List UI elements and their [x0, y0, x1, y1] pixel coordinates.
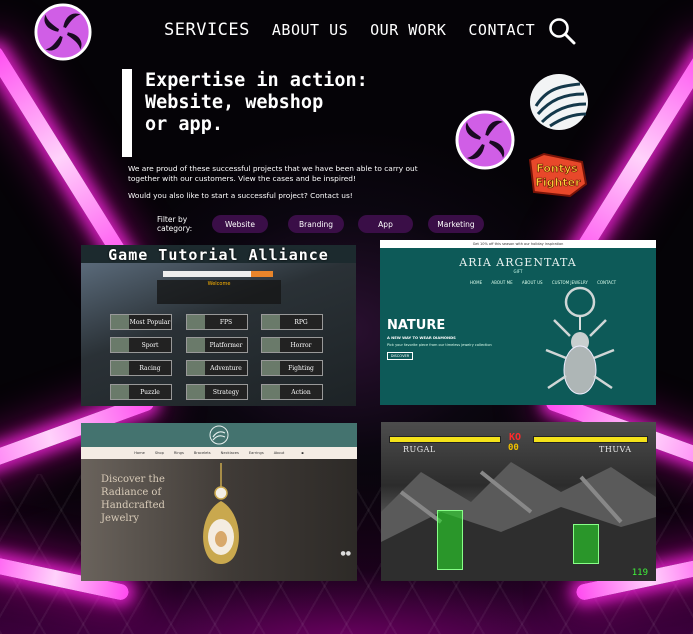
waves-logo-badge-icon	[530, 74, 588, 130]
jewelry-nav-item: Bracelets	[193, 451, 211, 455]
fonty-fighter-logo-icon: Fontys Fighter	[528, 152, 588, 198]
genre-tile: Action	[261, 384, 323, 400]
genre-tile: Racing	[110, 360, 172, 376]
jewelry-nav-item: Shop	[154, 451, 164, 455]
headline-line: Expertise in action:	[145, 70, 368, 91]
player2-name: THUVA	[599, 445, 632, 454]
genre-tile: Sport	[110, 337, 172, 353]
round-timer: 00	[508, 443, 519, 453]
aria-nav-item: HOME	[470, 280, 483, 285]
genre-label: Racing	[139, 364, 161, 372]
genre-label: RPG	[294, 318, 308, 326]
genre-label: Most Popular	[129, 318, 171, 326]
fonty-logo-text: Fighter	[535, 176, 581, 189]
aria-logo-sub: GIFT	[513, 269, 523, 274]
genre-label: Fighting	[288, 364, 314, 372]
nav-about-us[interactable]: ABOUT US	[272, 21, 348, 39]
nav-our-work[interactable]: OUR WORK	[370, 21, 446, 39]
aria-tagline: A NEW WAY TO WEAR DIAMONDS	[387, 336, 456, 340]
game-site-title: Game Tutorial Alliance	[108, 246, 329, 264]
genre-label: Strategy	[212, 388, 240, 396]
aria-text: Pick your favorite piece from our timele…	[387, 343, 492, 347]
purple-logo-badge-icon	[455, 110, 515, 170]
jewelry-hero-title: Discover the Radiance of Handcrafted Jew…	[101, 474, 165, 524]
filter-label-line: Filter by	[157, 215, 188, 224]
jewelry-nav-item: Rings	[173, 451, 184, 455]
headline-accent-bar	[122, 69, 132, 157]
arena-scenery	[381, 462, 656, 581]
page-headline: Expertise in action: Website, webshop or…	[145, 70, 368, 136]
genre-label: FPS	[219, 318, 233, 326]
ko-indicator: KO	[509, 432, 522, 443]
case-card-fighter-game[interactable]: KO 00 RUGAL THUVA 119	[381, 422, 656, 581]
aria-top-banner: Get 10% off this season with our holiday…	[380, 240, 656, 248]
search-icon[interactable]	[548, 17, 576, 45]
aria-discover-button[interactable]: DISCOVER	[387, 352, 413, 360]
genre-label: Puzzle	[140, 388, 160, 396]
genre-tile: Horror	[261, 337, 323, 353]
case-card-aria-argentata[interactable]: Get 10% off this season with our holiday…	[380, 240, 656, 405]
filter-chip-website[interactable]: Website	[212, 215, 268, 233]
nav-services[interactable]: SERVICES	[164, 20, 250, 40]
genre-tile: Fighting	[261, 360, 323, 376]
neon-beam	[0, 43, 136, 273]
genre-label: Adventure	[210, 364, 242, 372]
genre-tile: Adventure	[186, 360, 248, 376]
filter-label: Filter by category:	[157, 215, 192, 233]
carousel-dots[interactable]: ●●	[341, 550, 351, 557]
player2-fighter	[573, 524, 599, 564]
genre-label: Horror	[290, 341, 312, 349]
genre-tile: Strategy	[186, 384, 248, 400]
beetle-pendant-icon	[545, 286, 615, 395]
headline-line: Website, webshop	[145, 92, 324, 113]
jewelry-nav-item: About	[273, 451, 285, 455]
jewelry-nav-item: Necklaces	[220, 451, 239, 455]
jewelry-nav: Home Shop Rings Bracelets Necklaces Earr…	[81, 447, 357, 459]
intro-text: We are proud of these successful project…	[128, 164, 418, 183]
filter-chip-app[interactable]: App	[358, 215, 413, 233]
jewelry-logo-icon	[209, 425, 229, 445]
headline-line: or app.	[145, 114, 223, 135]
jewelry-nav-item: Earrings	[248, 451, 264, 455]
aria-logo: ARIA ARGENTATA	[459, 256, 577, 269]
filter-label-line: category:	[157, 224, 193, 233]
genre-tile: Platformer	[186, 337, 248, 353]
genre-label: Platformer	[209, 341, 243, 349]
player1-fighter	[437, 510, 463, 570]
filter-chip-marketing[interactable]: Marketing	[428, 215, 484, 233]
genre-label: Sport	[141, 341, 159, 349]
main-nav: SERVICES ABOUT US OUR WORK CONTACT	[164, 20, 557, 40]
jewelry-nav-item: Home	[134, 451, 145, 455]
player1-name: RUGAL	[403, 445, 436, 454]
genre-tile: Puzzle	[110, 384, 172, 400]
player1-health-bar	[389, 436, 501, 443]
case-card-game-tutorial[interactable]: Game Tutorial Alliance Welcome Most Popu…	[81, 245, 356, 406]
fonty-logo-text: Fontys	[536, 162, 578, 175]
cta-text: Would you also like to start a successfu…	[128, 191, 353, 200]
filter-chip-branding[interactable]: Branding	[288, 215, 344, 233]
pendant-icon	[203, 463, 239, 564]
cart-icon: ▪	[301, 451, 304, 455]
genre-tile: RPG	[261, 314, 323, 330]
aria-heading: NATURE	[387, 318, 446, 333]
game-welcome-box: Welcome	[157, 280, 281, 304]
genre-tile: Most Popular	[110, 314, 172, 330]
genre-label: Action	[291, 388, 311, 396]
case-card-jewelry[interactable]: Home Shop Rings Bracelets Necklaces Earr…	[81, 423, 357, 581]
genre-tile: FPS	[186, 314, 248, 330]
nav-contact[interactable]: CONTACT	[468, 21, 535, 39]
site-logo-icon[interactable]	[34, 3, 92, 61]
player2-health-bar	[533, 436, 648, 443]
aria-nav-item: ABOUT ME	[491, 280, 513, 285]
game-search-button	[251, 271, 273, 277]
score-counter: 119	[631, 568, 648, 578]
